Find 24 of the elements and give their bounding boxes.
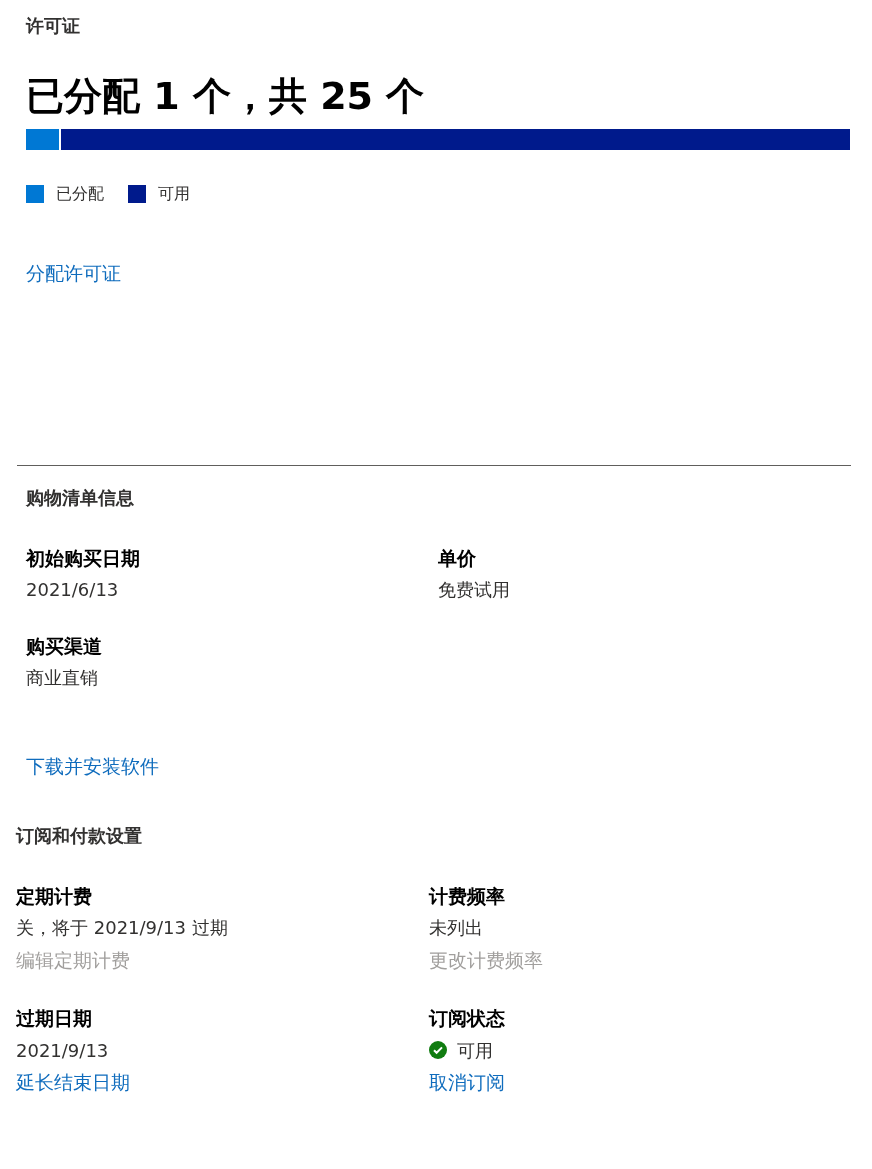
field-label: 单价: [438, 545, 477, 571]
field-value: 2021/6/13: [26, 578, 120, 602]
field-label: 定期计费: [16, 883, 93, 909]
legend-label: 可用: [158, 183, 190, 205]
field-value: 未列出: [429, 916, 483, 940]
field-label: 初始购买日期: [26, 545, 141, 571]
field-link[interactable]: 取消订阅: [429, 1069, 505, 1096]
field-value: 商业直销: [26, 666, 99, 690]
field-label: 计费频率: [429, 883, 506, 909]
section-title: 订阅和付款设置: [16, 823, 143, 848]
field-value: 可用: [457, 1038, 493, 1062]
field-link[interactable]: 延长结束日期: [16, 1069, 130, 1096]
license-summary: 已分配 1 个，共 25 个: [26, 74, 426, 120]
field-label: 购买渠道: [26, 633, 103, 659]
field-label: 订阅状态: [429, 1005, 506, 1031]
download-link[interactable]: 下载并安装软件: [26, 753, 159, 780]
field-label: 过期日期: [16, 1005, 93, 1031]
field-value: 2021/9/13: [16, 1038, 109, 1062]
field-value: 免费试用: [438, 578, 511, 602]
assign-license-link[interactable]: 分配许可证: [26, 260, 121, 287]
legend-label: 已分配: [56, 183, 104, 205]
section-title: 购物清单信息: [26, 485, 135, 510]
field-value: 关，将于 2021/9/13 过期: [16, 916, 228, 940]
section-title: 许可证: [26, 14, 81, 38]
